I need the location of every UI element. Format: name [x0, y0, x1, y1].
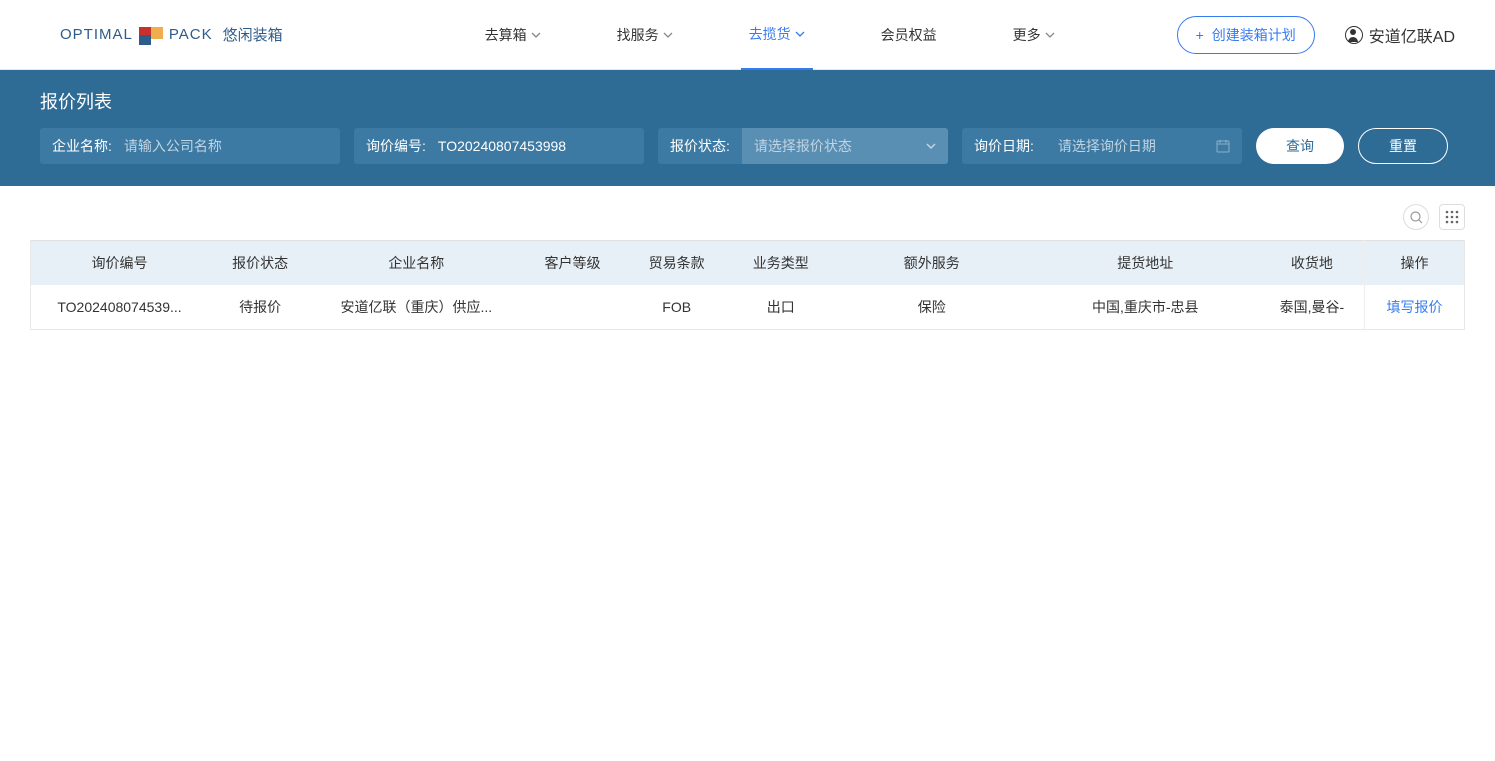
chevron-down-icon [1045, 32, 1055, 38]
delivery-cell: 泰国,曼谷- [1260, 285, 1364, 329]
status-placeholder-text: 请选择报价状态 [754, 136, 852, 156]
chevron-down-icon [663, 32, 673, 38]
company-input[interactable] [124, 128, 304, 164]
calendar-icon [1216, 139, 1230, 153]
table-header: 业务类型 [729, 241, 833, 286]
logo-icon [139, 23, 163, 47]
nav-item-label: 找服务 [617, 25, 659, 45]
nav-item-0[interactable]: 去算箱 [477, 0, 549, 70]
header-actions: + 创建装箱计划 安道亿联AD [1177, 16, 1455, 54]
nav-item-label: 去揽货 [749, 24, 791, 44]
date-placeholder-text: 请选择询价日期 [1058, 136, 1156, 156]
nav: 去算箱 找服务 去揽货 会员权益 更多 [363, 0, 1177, 70]
reset-button[interactable]: 重置 [1358, 128, 1448, 164]
filter-date[interactable]: 询价日期: 请选择询价日期 [962, 128, 1242, 164]
terms-cell: FOB [625, 285, 729, 329]
inquiry-no-input[interactable] [438, 128, 618, 164]
nav-item-3[interactable]: 会员权益 [873, 0, 945, 70]
create-plan-label: 创建装箱计划 [1212, 25, 1296, 45]
table-header: 报价状态 [208, 241, 312, 286]
chevron-down-icon [795, 31, 805, 37]
user-name: 安道亿联AD [1369, 23, 1455, 47]
nav-item-label: 去算箱 [485, 25, 527, 45]
action-header: 操作 [1365, 241, 1464, 286]
table-columns-button[interactable] [1439, 204, 1465, 230]
table-header: 客户等级 [520, 241, 624, 286]
table-header: 额外服务 [833, 241, 1031, 286]
nav-item-4[interactable]: 更多 [1005, 0, 1063, 70]
logo-text-en2: PACK [169, 26, 213, 43]
user-icon [1345, 26, 1363, 44]
company-cell: 安道亿联（重庆）供应... [312, 285, 520, 329]
grid-icon [1445, 210, 1459, 224]
nav-item-1[interactable]: 找服务 [609, 0, 681, 70]
table-header-row: 询价编号报价状态企业名称客户等级贸易条款业务类型额外服务提货地址收货地 [31, 241, 1364, 286]
table-row[interactable]: TO202408074539...待报价安道亿联（重庆）供应... FOB出口保险… [31, 285, 1364, 329]
table-toolbar [0, 186, 1495, 240]
query-button[interactable]: 查询 [1256, 128, 1344, 164]
status-label: 报价状态: [658, 136, 742, 156]
status-select[interactable]: 请选择报价状态 [742, 128, 948, 164]
pickup-cell: 中国,重庆市-忠县 [1031, 285, 1260, 329]
header: OPTIMAL PACK 悠闲装箱 去算箱 找服务 去揽货 会员权益 更多 + 创建装箱… [0, 0, 1495, 70]
nav-item-label: 更多 [1013, 25, 1041, 45]
date-label: 询价日期: [962, 136, 1046, 156]
fill-quote-link[interactable]: 填写报价 [1387, 299, 1443, 315]
level-cell [520, 285, 624, 329]
table-header: 贸易条款 [625, 241, 729, 286]
filter-status[interactable]: 报价状态: 请选择报价状态 [658, 128, 948, 164]
table-fixed-action: 操作 填写报价 [1364, 240, 1464, 329]
chevron-down-icon [926, 143, 936, 149]
quote-table: 询价编号报价状态企业名称客户等级贸易条款业务类型额外服务提货地址收货地 TO20… [31, 240, 1364, 329]
filter-row: 企业名称: 询价编号: 报价状态: 请选择报价状态 询价日期: 请选择询价日期 … [40, 128, 1455, 164]
extra-cell: 保险 [833, 285, 1031, 329]
nav-item-label: 会员权益 [881, 25, 937, 45]
page-title: 报价列表 [40, 88, 1455, 114]
date-input[interactable]: 请选择询价日期 [1046, 128, 1242, 164]
inquiry-no-cell: TO202408074539... [31, 285, 208, 329]
filter-bar: 报价列表 企业名称: 询价编号: 报价状态: 请选择报价状态 询价日期: 请选择… [0, 70, 1495, 186]
filter-inquiry-no: 询价编号: [354, 128, 644, 164]
table-header: 收货地 [1260, 241, 1364, 286]
search-icon [1410, 211, 1423, 224]
user-menu[interactable]: 安道亿联AD [1345, 23, 1455, 47]
table-header: 提货地址 [1031, 241, 1260, 286]
plus-icon: + [1196, 27, 1204, 43]
nav-item-2[interactable]: 去揽货 [741, 0, 813, 70]
logo-text-en: OPTIMAL [60, 26, 133, 43]
table-wrap: 询价编号报价状态企业名称客户等级贸易条款业务类型额外服务提货地址收货地 TO20… [30, 240, 1465, 330]
inquiry-no-label: 询价编号: [354, 136, 438, 156]
table-search-button[interactable] [1403, 204, 1429, 230]
chevron-down-icon [531, 32, 541, 38]
status-cell: 待报价 [208, 285, 312, 329]
biztype-cell: 出口 [729, 285, 833, 329]
create-plan-button[interactable]: + 创建装箱计划 [1177, 16, 1315, 54]
logo-text-cn: 悠闲装箱 [223, 24, 283, 45]
logo[interactable]: OPTIMAL PACK 悠闲装箱 [60, 23, 283, 47]
filter-company: 企业名称: [40, 128, 340, 164]
table-header: 企业名称 [312, 241, 520, 286]
table-header: 询价编号 [31, 241, 208, 286]
company-label: 企业名称: [40, 136, 124, 156]
